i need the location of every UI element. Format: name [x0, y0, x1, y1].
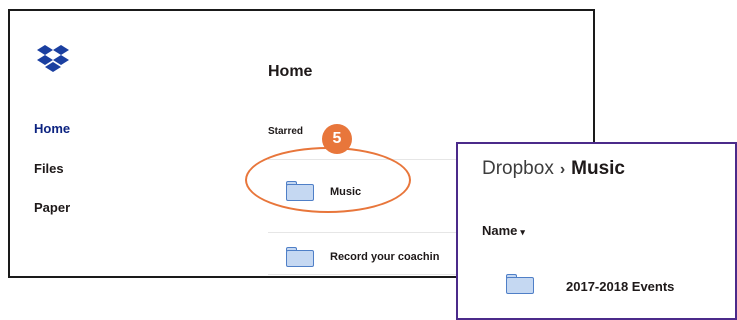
- highlight-ring: [245, 147, 411, 213]
- folder-icon: [286, 247, 314, 267]
- step-number-badge: 5: [322, 124, 352, 154]
- name-column-label: Name: [482, 223, 518, 238]
- sidebar-item-paper[interactable]: Paper: [34, 200, 70, 215]
- sidebar-item-files[interactable]: Files: [34, 161, 64, 176]
- row-label: 2017-2018 Events: [566, 279, 675, 294]
- row-label: Record your coachin: [330, 251, 440, 263]
- folder-icon: [506, 274, 534, 294]
- music-folder-popup: Dropbox › Music Name ▾ 2017-2018 Events: [456, 142, 737, 320]
- sidebar-item-home[interactable]: Home: [34, 121, 70, 136]
- breadcrumb-current: Music: [571, 158, 626, 179]
- sort-arrow-icon: ▾: [520, 227, 525, 237]
- page-title: Home: [268, 63, 313, 80]
- breadcrumb: Dropbox › Music: [482, 158, 625, 180]
- row-divider: [268, 232, 458, 233]
- breadcrumb-separator-icon: ›: [559, 161, 566, 178]
- name-column-header[interactable]: Name ▾: [482, 223, 525, 238]
- breadcrumb-root-link[interactable]: Dropbox: [482, 158, 554, 179]
- starred-section-label: Starred: [268, 126, 304, 137]
- dropbox-logo-icon[interactable]: [36, 44, 70, 74]
- row-divider: [268, 274, 458, 275]
